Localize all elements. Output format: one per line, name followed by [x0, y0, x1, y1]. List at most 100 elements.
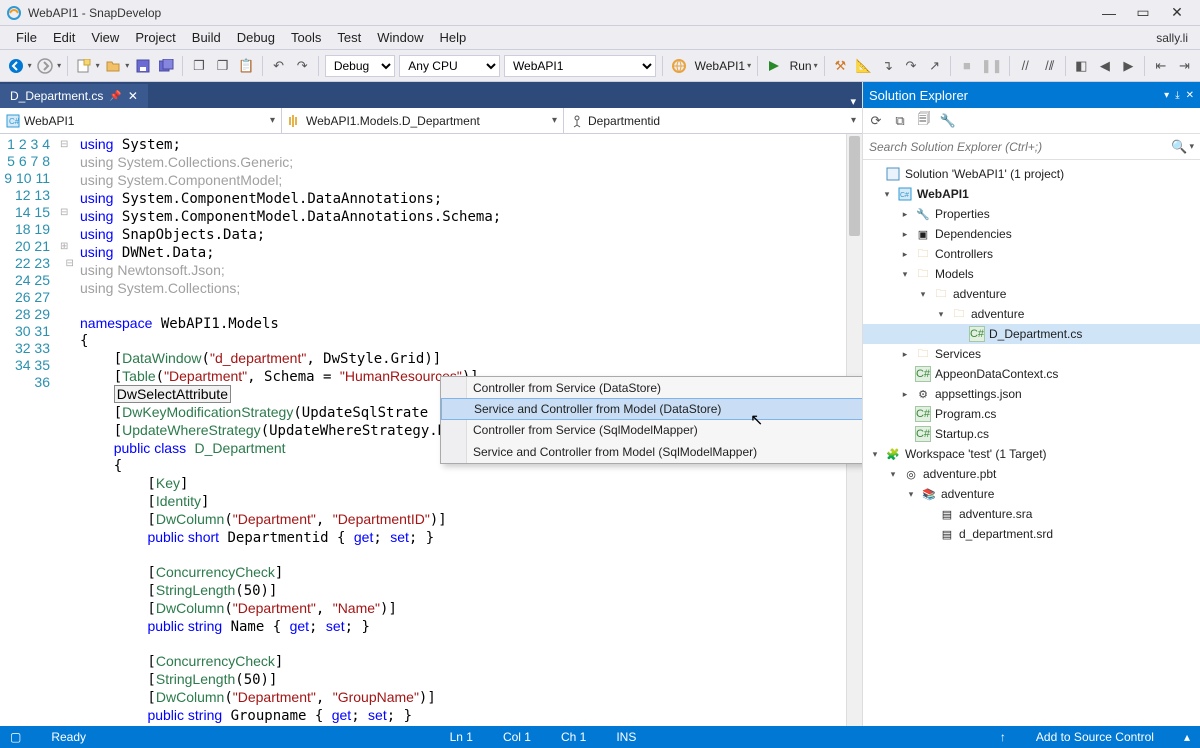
tree-services[interactable]: ▸🗀Services [863, 344, 1200, 364]
menu-debug[interactable]: Debug [229, 28, 283, 47]
tree-adv-sra[interactable]: ▤adventure.sra [863, 504, 1200, 524]
save-all-button[interactable] [157, 55, 177, 77]
chevron-down-icon[interactable]: ▾ [57, 61, 61, 70]
expand-icon[interactable]: ▾ [899, 269, 911, 280]
tree-properties[interactable]: ▸🔧Properties [863, 204, 1200, 224]
expand-icon[interactable]: ▾ [935, 309, 947, 320]
uncomment-icon[interactable]: //̸ [1039, 55, 1059, 77]
fold-column[interactable]: ⊟ ⊟ ⊞ ⊟ [60, 134, 76, 726]
menu-window[interactable]: Window [369, 28, 431, 47]
tree-adventure2[interactable]: ▾🗀adventure [863, 304, 1200, 324]
tree-project[interactable]: ▾C#WebAPI1 [863, 184, 1200, 204]
menu-file[interactable]: File [8, 28, 45, 47]
pin-icon[interactable]: ⤓ [1175, 90, 1179, 101]
expand-icon[interactable]: ▸ [899, 229, 911, 240]
run-label[interactable]: Run [790, 59, 812, 73]
outdent-icon[interactable]: ⇤ [1151, 55, 1171, 77]
menu-test[interactable]: Test [329, 28, 369, 47]
solution-search-input[interactable] [869, 140, 1171, 154]
indent-icon[interactable]: ⇥ [1175, 55, 1195, 77]
menu-edit[interactable]: Edit [45, 28, 83, 47]
chevron-down-icon[interactable]: ▾ [125, 61, 129, 70]
tree-controllers[interactable]: ▸🗀Controllers [863, 244, 1200, 264]
scrollbar-thumb[interactable] [849, 136, 860, 236]
status-source-control[interactable]: Add to Source Control [1036, 730, 1154, 744]
bookmark-next-icon[interactable]: ▶ [1119, 55, 1139, 77]
search-icon[interactable]: 🔍 [1171, 139, 1187, 155]
nav-project-dd[interactable]: C# WebAPI1 ▾ [0, 108, 282, 133]
tab-d-department[interactable]: D_Department.cs 📌 ✕ [0, 84, 148, 108]
tree-appsettings[interactable]: ▸⚙appsettings.json [863, 384, 1200, 404]
pin-icon[interactable]: 📌 [109, 91, 121, 102]
bookmark-prev-icon[interactable]: ◀ [1095, 55, 1115, 77]
stop-icon[interactable]: ■ [957, 55, 977, 77]
show-all-icon[interactable]: 🗐 [915, 112, 933, 130]
user-label[interactable]: sally.li [1156, 31, 1192, 45]
chevron-down-icon[interactable]: ▾ [814, 61, 818, 70]
expand-icon[interactable]: ▾ [869, 449, 881, 460]
paste-button[interactable]: 📋 [236, 55, 256, 77]
undo-button[interactable]: ↶ [269, 55, 289, 77]
nav-fwd-button[interactable] [36, 55, 56, 77]
collapse-icon[interactable]: ⧉ [891, 112, 909, 130]
nav-member-dd[interactable]: Departmentid ▾ [564, 108, 862, 133]
close-button[interactable]: ✕ [1160, 4, 1194, 21]
close-icon[interactable]: ✕ [128, 89, 138, 103]
minimize-button[interactable]: ― [1092, 5, 1126, 21]
tree-startup[interactable]: C#Startup.cs [863, 424, 1200, 444]
solution-search-box[interactable]: 🔍▾ [863, 134, 1200, 160]
step-over-icon[interactable]: ↷ [901, 55, 921, 77]
close-icon[interactable]: ✕ [1186, 90, 1194, 101]
bookmark-icon[interactable]: ◧ [1071, 55, 1091, 77]
chevron-down-icon[interactable]: ▾ [96, 61, 100, 70]
chevron-up-icon[interactable]: ▴ [1184, 730, 1190, 744]
tree-adventure3[interactable]: ▾📚adventure [863, 484, 1200, 504]
tree-solution[interactable]: Solution 'WebAPI1' (1 project) [863, 164, 1200, 184]
tree-models[interactable]: ▾🗀Models [863, 264, 1200, 284]
menu-service-controller-from-model-ds[interactable]: Service and Controller from Model (DataS… [441, 398, 862, 420]
expand-icon[interactable]: ▾ [905, 489, 917, 500]
expand-icon[interactable]: ▸ [899, 209, 911, 220]
nav-back-button[interactable] [6, 55, 26, 77]
config-select[interactable]: Debug [325, 55, 395, 77]
menu-tools[interactable]: Tools [283, 28, 329, 47]
step-out-icon[interactable]: ↗ [925, 55, 945, 77]
nav-class-dd[interactable]: WebAPI1.Models.D_Department ▾ [282, 108, 564, 133]
tree-d-dept-srd[interactable]: ▤d_department.srd [863, 524, 1200, 544]
menu-controller-from-service-ds[interactable]: Controller from Service (DataStore) [441, 377, 862, 399]
up-icon[interactable]: ↑ [1000, 730, 1006, 744]
new-button[interactable] [74, 55, 94, 77]
expand-icon[interactable]: ▸ [899, 249, 911, 260]
tree-appeon-ctx[interactable]: C#AppeonDataContext.cs [863, 364, 1200, 384]
save-button[interactable] [133, 55, 153, 77]
tree-d-department-cs[interactable]: C#D_Department.cs [863, 324, 1200, 344]
run-button[interactable] [764, 55, 784, 77]
pause-icon[interactable]: ❚❚ [981, 55, 1003, 77]
solution-tree[interactable]: Solution 'WebAPI1' (1 project) ▾C#WebAPI… [863, 160, 1200, 726]
open-button[interactable] [104, 55, 124, 77]
startup-select[interactable]: WebAPI1 [504, 55, 656, 77]
redo-button[interactable]: ↷ [292, 55, 312, 77]
tree-dependencies[interactable]: ▸▣Dependencies [863, 224, 1200, 244]
properties-icon[interactable]: 🔧 [939, 112, 957, 130]
expand-icon[interactable]: ▸ [899, 389, 911, 400]
copy-button[interactable]: ❐ [189, 55, 209, 77]
menu-build[interactable]: Build [184, 28, 229, 47]
step-into-icon[interactable]: ↴ [878, 55, 898, 77]
copy2-button[interactable]: ❐ [213, 55, 233, 77]
expand-icon[interactable]: ▾ [917, 289, 929, 300]
expand-icon[interactable]: ▾ [881, 189, 893, 200]
comment-icon[interactable]: // [1015, 55, 1035, 77]
tree-adventure-pbt[interactable]: ▾◎adventure.pbt [863, 464, 1200, 484]
menu-controller-from-service-sql[interactable]: Controller from Service (SqlModelMapper) [441, 419, 862, 441]
menu-view[interactable]: View [83, 28, 127, 47]
chevron-down-icon[interactable]: ▾ [28, 61, 32, 70]
tree-adventure[interactable]: ▾🗀adventure [863, 284, 1200, 304]
tab-overflow-icon[interactable]: ▾ [844, 95, 862, 108]
expand-icon[interactable]: ▾ [887, 469, 899, 480]
menu-project[interactable]: Project [127, 28, 183, 47]
maximize-button[interactable]: ▭ [1126, 4, 1160, 21]
chevron-down-icon[interactable]: ▾ [747, 61, 751, 70]
home-icon[interactable]: ⟳ [867, 112, 885, 130]
ruler-icon[interactable]: 📐 [854, 55, 874, 77]
